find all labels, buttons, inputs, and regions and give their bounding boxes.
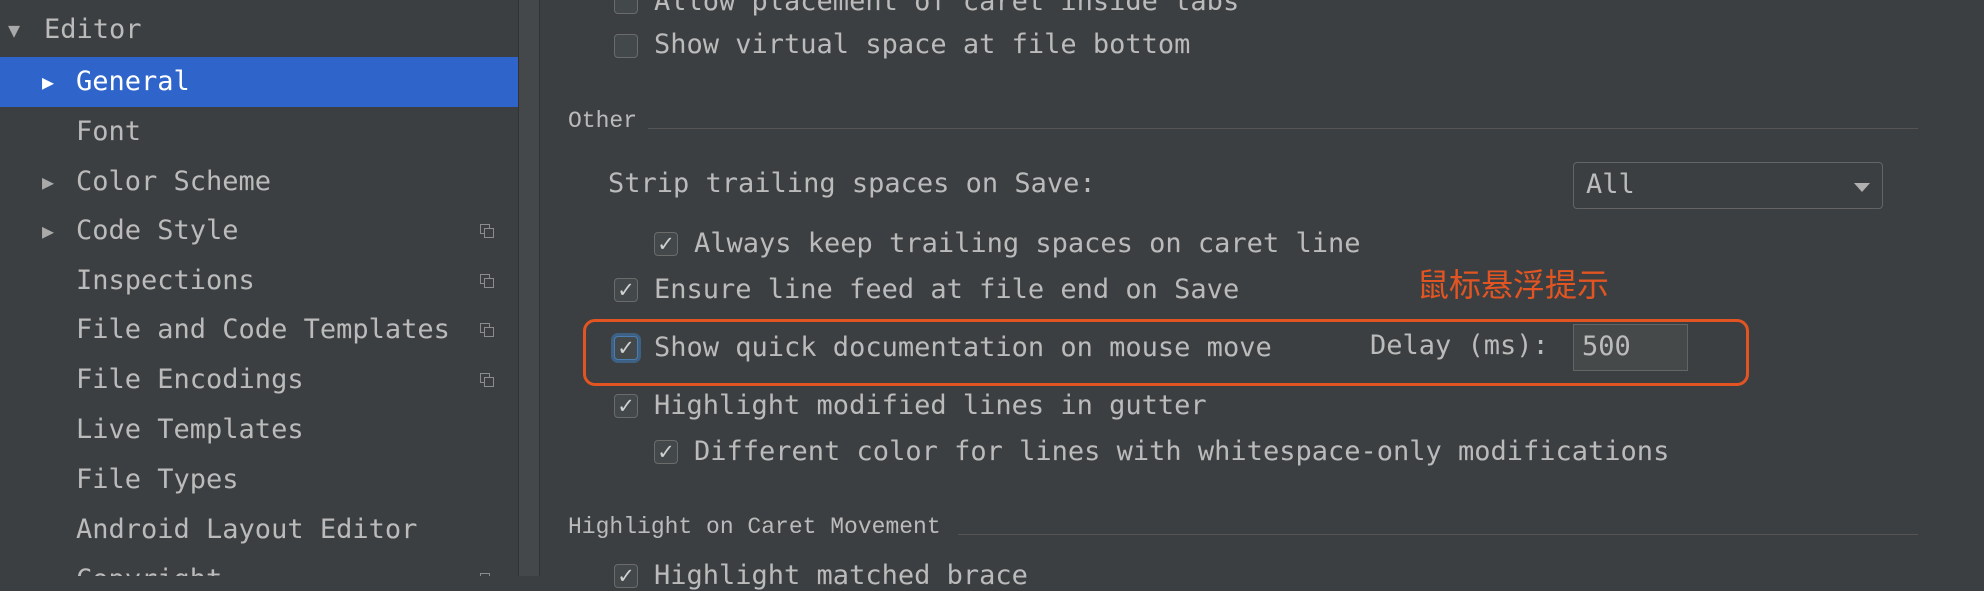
strip-trailing-label: Strip trailing spaces on Save:	[608, 168, 1096, 199]
collapse-arrow-icon[interactable]: ▼	[8, 5, 20, 55]
sidebar-item-inspections[interactable]: Inspections	[0, 256, 518, 306]
sidebar-item-label: File and Code Templates	[76, 314, 450, 345]
allow-caret-in-tabs-label: Allow placement of caret inside tabs	[654, 0, 1240, 17]
sidebar-item-file-types[interactable]: File Types	[0, 455, 518, 505]
expand-arrow-icon[interactable]: ▶	[42, 57, 54, 107]
tree-node-editor-label: Editor	[44, 14, 142, 45]
sidebar-item-label: File Types	[76, 464, 239, 495]
settings-sidebar: ▼ Editor ▶ General Font ▶ Color Scheme ▶…	[0, 0, 518, 576]
project-scope-icon	[480, 323, 494, 337]
sidebar-item-label: Copyright	[76, 555, 222, 576]
checkmark-icon: ✓	[657, 440, 675, 464]
section-title-caret-movement: Highlight on Caret Movement	[568, 514, 941, 540]
annotation-text: 鼠标悬浮提示	[1417, 266, 1610, 304]
sidebar-item-color-scheme[interactable]: ▶ Color Scheme	[0, 157, 518, 207]
sidebar-item-copyright[interactable]: ▶ Copyright	[0, 555, 518, 576]
chevron-down-icon	[1854, 183, 1870, 192]
sidebar-item-file-encodings[interactable]: File Encodings	[0, 355, 518, 405]
sidebar-item-label: Live Templates	[76, 414, 304, 445]
highlight-modified-checkbox[interactable]: ✓	[614, 394, 638, 418]
expand-arrow-icon[interactable]: ▶	[42, 157, 54, 207]
settings-content-panel: Allow placement of caret inside tabs Sho…	[540, 0, 1984, 591]
sidebar-item-file-and-code-templates[interactable]: File and Code Templates	[0, 305, 518, 355]
sidebar-item-code-style[interactable]: ▶ Code Style	[0, 206, 518, 256]
sidebar-item-label: File Encodings	[76, 364, 304, 395]
annotation-highlight-box	[583, 319, 1749, 386]
highlight-modified-label: Highlight modified lines in gutter	[654, 390, 1207, 421]
sidebar-item-general[interactable]: ▶ General	[0, 57, 518, 107]
keep-trailing-label: Always keep trailing spaces on caret lin…	[694, 228, 1361, 259]
checkmark-icon: ✓	[617, 394, 635, 418]
keep-trailing-checkbox[interactable]: ✓	[654, 232, 678, 256]
virtual-space-checkbox[interactable]	[614, 34, 638, 58]
expand-arrow-icon[interactable]: ▶	[42, 555, 54, 576]
different-color-checkbox[interactable]: ✓	[654, 440, 678, 464]
sidebar-item-label: Code Style	[76, 215, 239, 246]
strip-trailing-dropdown[interactable]: All	[1573, 162, 1883, 209]
virtual-space-label: Show virtual space at file bottom	[654, 29, 1191, 60]
expand-arrow-icon[interactable]: ▶	[42, 206, 54, 256]
sidebar-item-font[interactable]: Font	[0, 107, 518, 157]
strip-trailing-value: All	[1586, 169, 1635, 200]
sidebar-item-label: General	[76, 66, 190, 97]
sidebar-item-android-layout-editor[interactable]: Android Layout Editor	[0, 505, 518, 555]
sidebar-item-live-templates[interactable]: Live Templates	[0, 405, 518, 455]
section-divider	[648, 128, 1918, 129]
checkmark-icon: ✓	[657, 232, 675, 256]
allow-caret-in-tabs-checkbox[interactable]	[614, 0, 638, 14]
project-scope-icon	[480, 224, 494, 238]
sidebar-splitter[interactable]	[518, 0, 540, 576]
section-divider	[958, 534, 1918, 535]
line-feed-label: Ensure line feed at file end on Save	[654, 274, 1240, 305]
sidebar-item-label: Color Scheme	[76, 166, 272, 197]
different-color-label: Different color for lines with whitespac…	[694, 436, 1670, 467]
section-title-other: Other	[568, 108, 638, 134]
matched-brace-checkbox[interactable]: ✓	[614, 564, 638, 588]
project-scope-icon	[480, 373, 494, 387]
checkmark-icon: ✓	[617, 564, 635, 588]
tree-node-editor[interactable]: ▼ Editor	[0, 5, 518, 55]
line-feed-checkbox[interactable]: ✓	[614, 278, 638, 302]
project-scope-icon	[480, 274, 494, 288]
sidebar-item-label: Android Layout Editor	[76, 514, 418, 545]
checkmark-icon: ✓	[617, 278, 635, 302]
sidebar-item-label: Font	[76, 116, 142, 147]
sidebar-item-label: Inspections	[76, 265, 255, 296]
